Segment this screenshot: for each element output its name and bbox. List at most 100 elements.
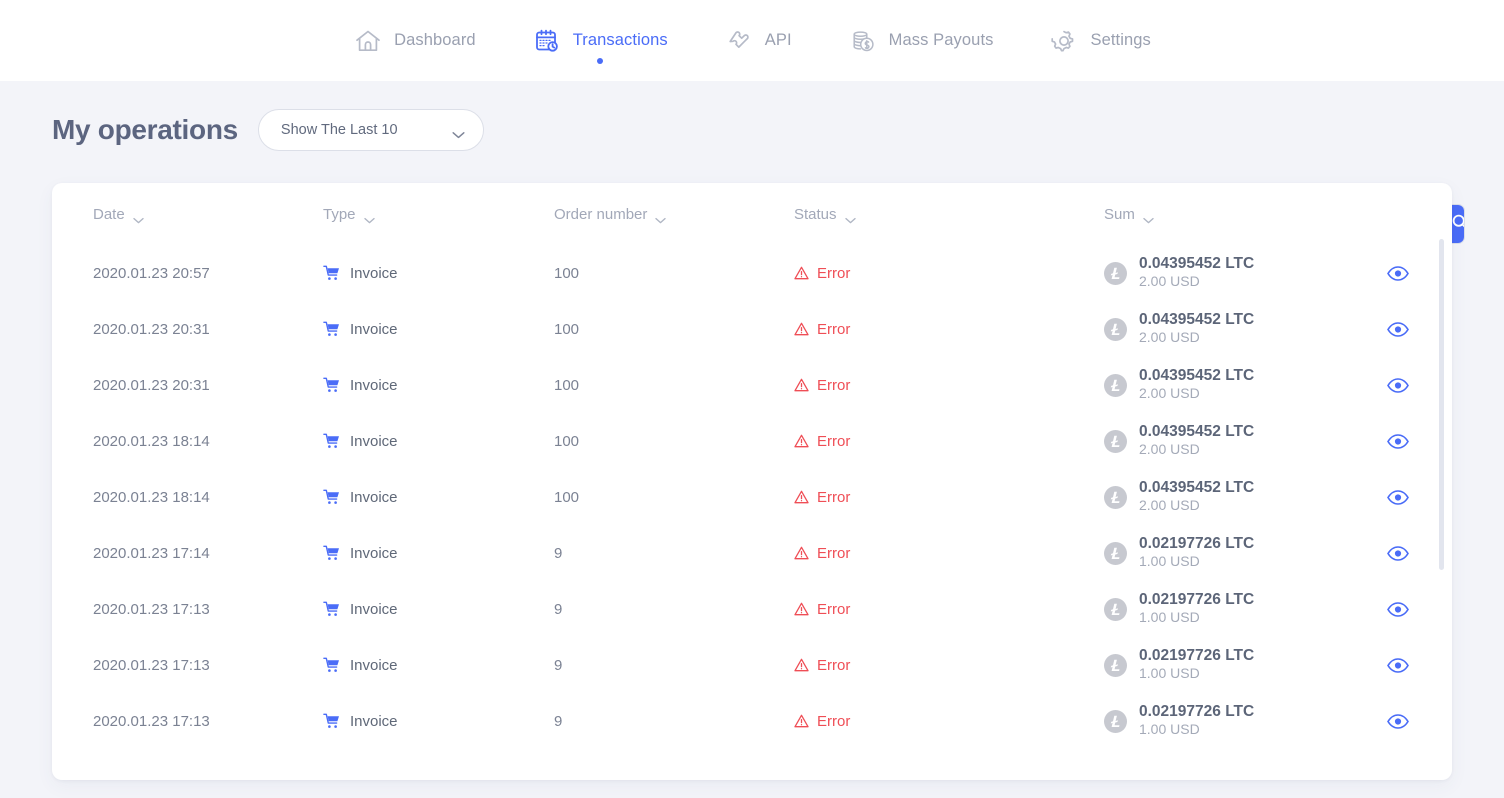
row-status: Error [817, 432, 851, 450]
column-header-order-number[interactable]: Order number [554, 206, 794, 223]
row-status: Error [817, 376, 851, 394]
view-details-button[interactable] [1387, 657, 1409, 673]
cell-date: 2020.01.23 20:57 [93, 265, 323, 282]
table-header-row: Date Type Order number Status Sum [52, 183, 1452, 245]
column-header-type[interactable]: Type [323, 206, 554, 223]
view-details-button[interactable] [1387, 489, 1409, 505]
table-row[interactable]: 2020.01.23 17:13 Invoice 9 Error 0.02197… [52, 581, 1452, 637]
row-status: Error [817, 656, 851, 674]
row-date: 2020.01.23 17:13 [93, 712, 210, 730]
nav-label-transactions: Transactions [572, 31, 668, 49]
eye-icon [1387, 545, 1409, 561]
nav-item-settings[interactable]: Settings [1021, 0, 1178, 81]
row-sum-fiat: 2.00 USD [1139, 497, 1200, 514]
row-type: Invoice [350, 712, 398, 730]
nav-item-dashboard[interactable]: Dashboard [325, 0, 504, 81]
eye-icon [1387, 265, 1409, 281]
row-type: Invoice [350, 432, 398, 450]
row-date: 2020.01.23 17:14 [93, 544, 210, 562]
row-sum-crypto: 0.04395452 LTC [1139, 422, 1255, 440]
litecoin-icon [1104, 597, 1127, 621]
cell-status: Error [794, 601, 1104, 618]
row-order-number: 100 [554, 376, 580, 394]
row-sum-crypto: 0.02197726 LTC [1139, 702, 1255, 720]
row-status: Error [817, 320, 851, 338]
warning-triangle-icon [794, 546, 809, 560]
row-order-number: 9 [554, 544, 563, 562]
eye-icon [1387, 657, 1409, 673]
operations-table-card: Date Type Order number Status Sum 2020.0… [52, 183, 1452, 780]
table-row[interactable]: 2020.01.23 20:31 Invoice 100 Error 0.043… [52, 301, 1452, 357]
column-header-label: Order number [554, 205, 648, 223]
nav-label-api: API [764, 31, 792, 49]
table-row[interactable]: 2020.01.23 20:57 Invoice 100 Error 0.043… [52, 245, 1452, 301]
row-type: Invoice [350, 600, 398, 618]
eye-icon [1387, 377, 1409, 393]
chevron-down-icon [452, 126, 465, 138]
cell-type: Invoice [323, 321, 554, 338]
nav-item-transactions[interactable]: Transactions [504, 0, 696, 81]
cell-sum: 0.02197726 LTC 1.00 USD [1104, 535, 1344, 572]
column-header-label: Status [794, 205, 837, 223]
cell-status: Error [794, 489, 1104, 506]
view-details-button[interactable] [1387, 265, 1409, 281]
nav-item-api[interactable]: API [696, 0, 820, 81]
view-details-button[interactable] [1387, 545, 1409, 561]
row-order-number: 9 [554, 656, 563, 674]
cell-status: Error [794, 657, 1104, 674]
table-row[interactable]: 2020.01.23 18:14 Invoice 100 Error 0.043… [52, 469, 1452, 525]
eye-icon [1387, 489, 1409, 505]
table-row[interactable]: 2020.01.23 17:14 Invoice 9 Error 0.02197… [52, 525, 1452, 581]
cell-order-number: 9 [554, 713, 794, 730]
row-status: Error [817, 544, 851, 562]
nav-item-mass-payouts[interactable]: Mass Payouts [820, 0, 1022, 81]
row-status: Error [817, 712, 851, 730]
cell-type: Invoice [323, 489, 554, 506]
chevron-down-icon [363, 211, 375, 223]
column-header-sum[interactable]: Sum [1104, 206, 1344, 223]
row-type: Invoice [350, 544, 398, 562]
table-row[interactable]: 2020.01.23 18:14 Invoice 100 Error 0.043… [52, 413, 1452, 469]
cell-status: Error [794, 433, 1104, 450]
cell-type: Invoice [323, 601, 554, 618]
table-scrollbar-thumb[interactable] [1439, 239, 1444, 570]
table-row[interactable]: 2020.01.23 20:31 Invoice 100 Error 0.043… [52, 357, 1452, 413]
cell-date: 2020.01.23 20:31 [93, 321, 323, 338]
calendar-clock-icon [532, 26, 562, 56]
cell-sum: 0.02197726 LTC 1.00 USD [1104, 591, 1344, 628]
view-details-button[interactable] [1387, 433, 1409, 449]
row-type: Invoice [350, 264, 398, 282]
cell-date: 2020.01.23 17:14 [93, 545, 323, 562]
cell-date: 2020.01.23 18:14 [93, 489, 323, 506]
table-row[interactable]: 2020.01.23 17:13 Invoice 9 Error 0.02197… [52, 637, 1452, 693]
column-header-status[interactable]: Status [794, 206, 1104, 223]
row-sum-fiat: 1.00 USD [1139, 609, 1200, 626]
eye-icon [1387, 713, 1409, 729]
view-details-button[interactable] [1387, 713, 1409, 729]
cell-date: 2020.01.23 17:13 [93, 713, 323, 730]
cell-actions [1344, 377, 1452, 393]
column-header-date[interactable]: Date [93, 206, 323, 223]
cell-order-number: 100 [554, 377, 794, 394]
range-select[interactable]: Show The Last 10 [257, 108, 484, 151]
gear-icon [1049, 26, 1079, 56]
cell-order-number: 9 [554, 601, 794, 618]
cell-date: 2020.01.23 17:13 [93, 657, 323, 674]
row-sum-fiat: 2.00 USD [1139, 441, 1200, 458]
row-sum-fiat: 2.00 USD [1139, 385, 1200, 402]
row-status: Error [817, 600, 851, 618]
table-row[interactable]: 2020.01.23 17:13 Invoice 9 Error 0.02197… [52, 693, 1452, 749]
litecoin-icon [1104, 429, 1127, 453]
view-details-button[interactable] [1387, 321, 1409, 337]
cell-status: Error [794, 713, 1104, 730]
cell-actions [1344, 713, 1452, 729]
warning-triangle-icon [794, 434, 809, 448]
cell-actions [1344, 545, 1452, 561]
view-details-button[interactable] [1387, 377, 1409, 393]
row-sum-fiat: 2.00 USD [1139, 273, 1200, 290]
litecoin-icon [1104, 541, 1127, 565]
view-details-button[interactable] [1387, 601, 1409, 617]
table-scrollbar[interactable] [1439, 239, 1444, 759]
row-sum-fiat: 2.00 USD [1139, 329, 1200, 346]
row-status: Error [817, 488, 851, 506]
